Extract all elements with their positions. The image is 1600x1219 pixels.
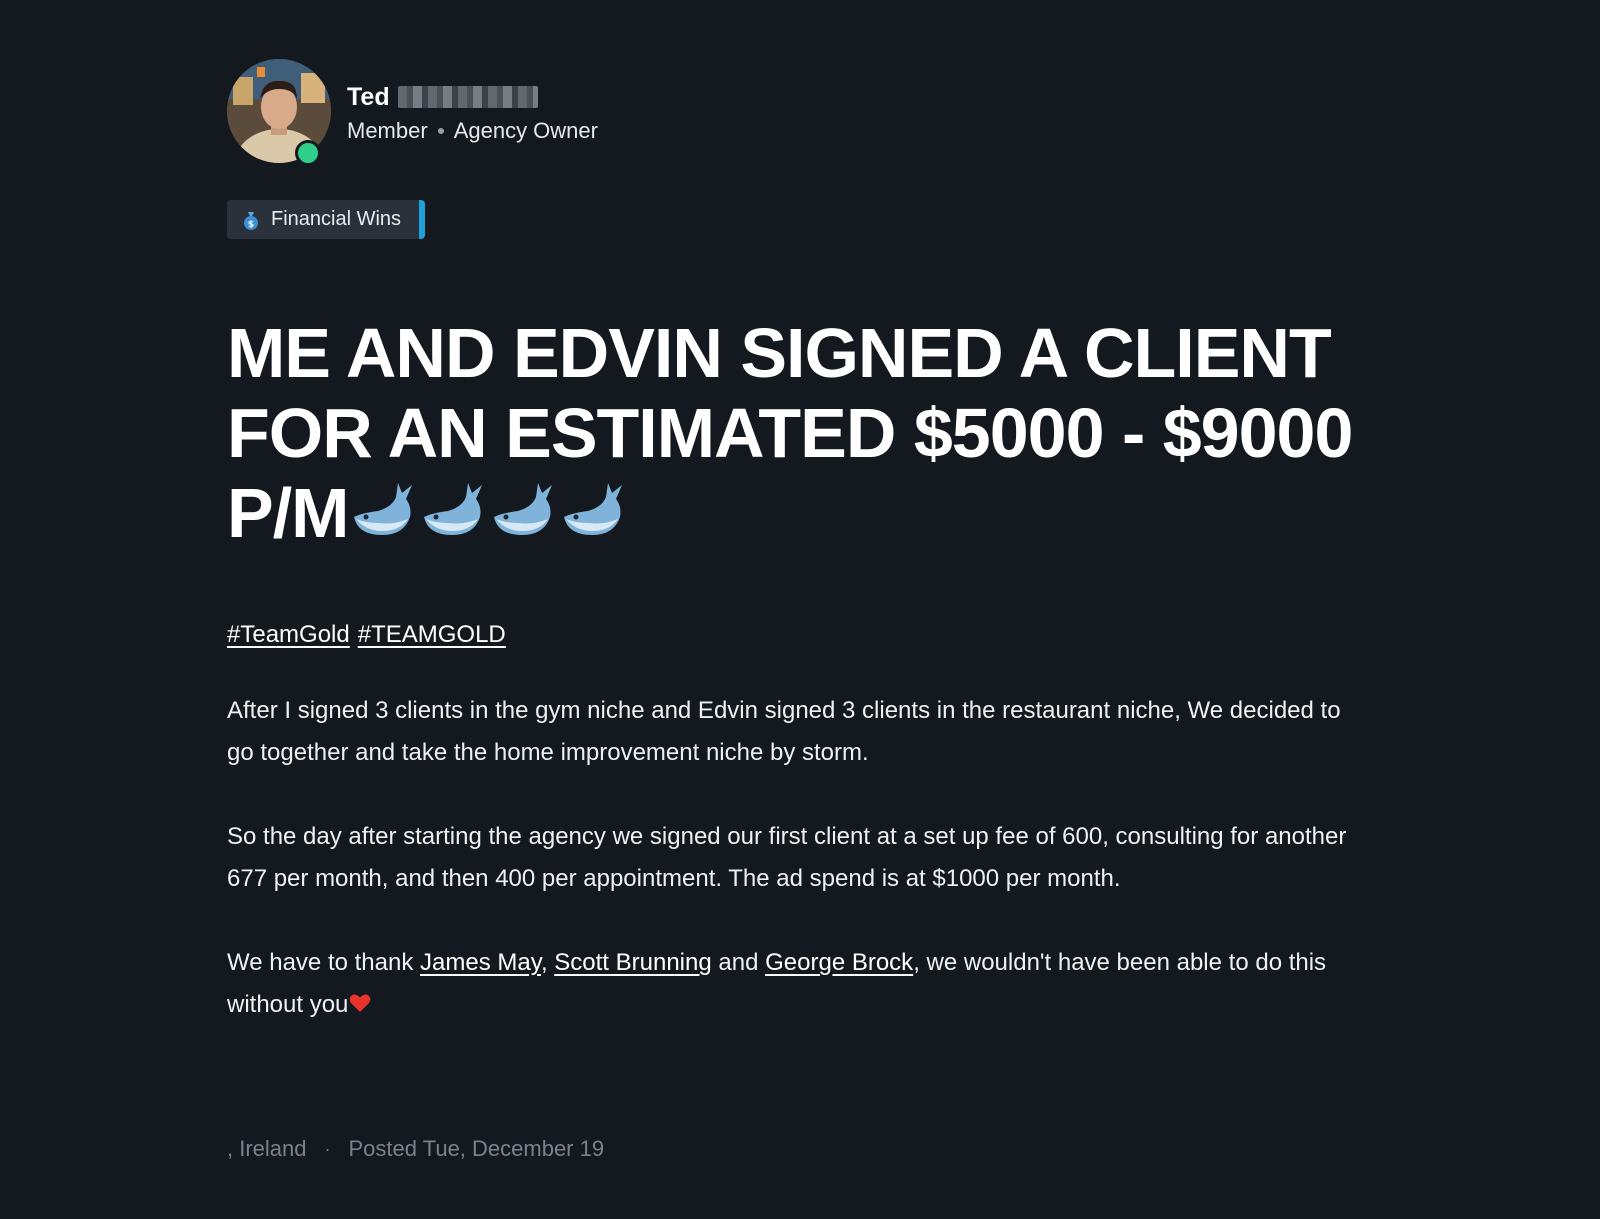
avatar[interactable] <box>227 59 331 166</box>
post-title: ME AND EDVIN SIGNED A CLIENT FOR AN ESTI… <box>227 313 1367 553</box>
category-badge[interactable]: $ Financial Wins <box>227 200 426 239</box>
hashtag-row: #TeamGold #TEAMGOLD <box>227 614 1367 656</box>
thanks-prefix: We have to thank <box>227 949 421 976</box>
author-header: Ted Member Agency Owner <box>227 59 598 166</box>
post-location: , Ireland <box>227 1136 307 1161</box>
hashtag-link[interactable]: #TeamGold <box>227 621 350 648</box>
author-meta: Member Agency Owner <box>347 118 598 144</box>
mention-separator: , <box>540 949 555 976</box>
mention-link[interactable]: George Brock <box>765 949 913 976</box>
author-name[interactable]: Ted <box>347 83 390 112</box>
whale-emoji-group <box>348 473 628 543</box>
mention-link[interactable]: Scott Brunning <box>554 949 711 976</box>
footer-separator: · <box>324 1138 331 1159</box>
money-bag-icon: $ <box>243 210 259 230</box>
post-body: #TeamGold #TEAMGOLD After I signed 3 clie… <box>227 614 1367 1068</box>
whale-icon <box>564 483 623 535</box>
post-paragraph-3: We have to thank James May, Scott Brunni… <box>227 942 1367 1026</box>
whale-icon <box>354 483 413 535</box>
post-paragraph-2: So the day after starting the agency we … <box>227 823 1347 892</box>
svg-text:$: $ <box>248 220 254 230</box>
author-role: Member <box>347 118 428 143</box>
author-title: Agency Owner <box>453 118 598 143</box>
post-footer: , Ireland · Posted Tue, December 19 <box>227 1136 604 1162</box>
author-info: Ted Member Agency Owner <box>347 82 598 144</box>
whale-icon <box>494 483 553 535</box>
meta-separator-dot <box>437 128 444 134</box>
heart-icon <box>350 994 371 1012</box>
whale-icon <box>424 483 483 535</box>
mention-separator: and <box>711 949 766 976</box>
online-status-indicator <box>295 140 321 166</box>
post-timestamp[interactable]: Posted Tue, December 19 <box>349 1136 605 1162</box>
mention-link[interactable]: James May <box>420 949 541 976</box>
author-surname-redacted <box>397 86 538 108</box>
category-label: Financial Wins <box>271 208 402 230</box>
post-paragraph-1: After I signed 3 clients in the gym nich… <box>227 697 1341 766</box>
hashtag-link[interactable]: #TEAMGOLD <box>358 621 506 648</box>
